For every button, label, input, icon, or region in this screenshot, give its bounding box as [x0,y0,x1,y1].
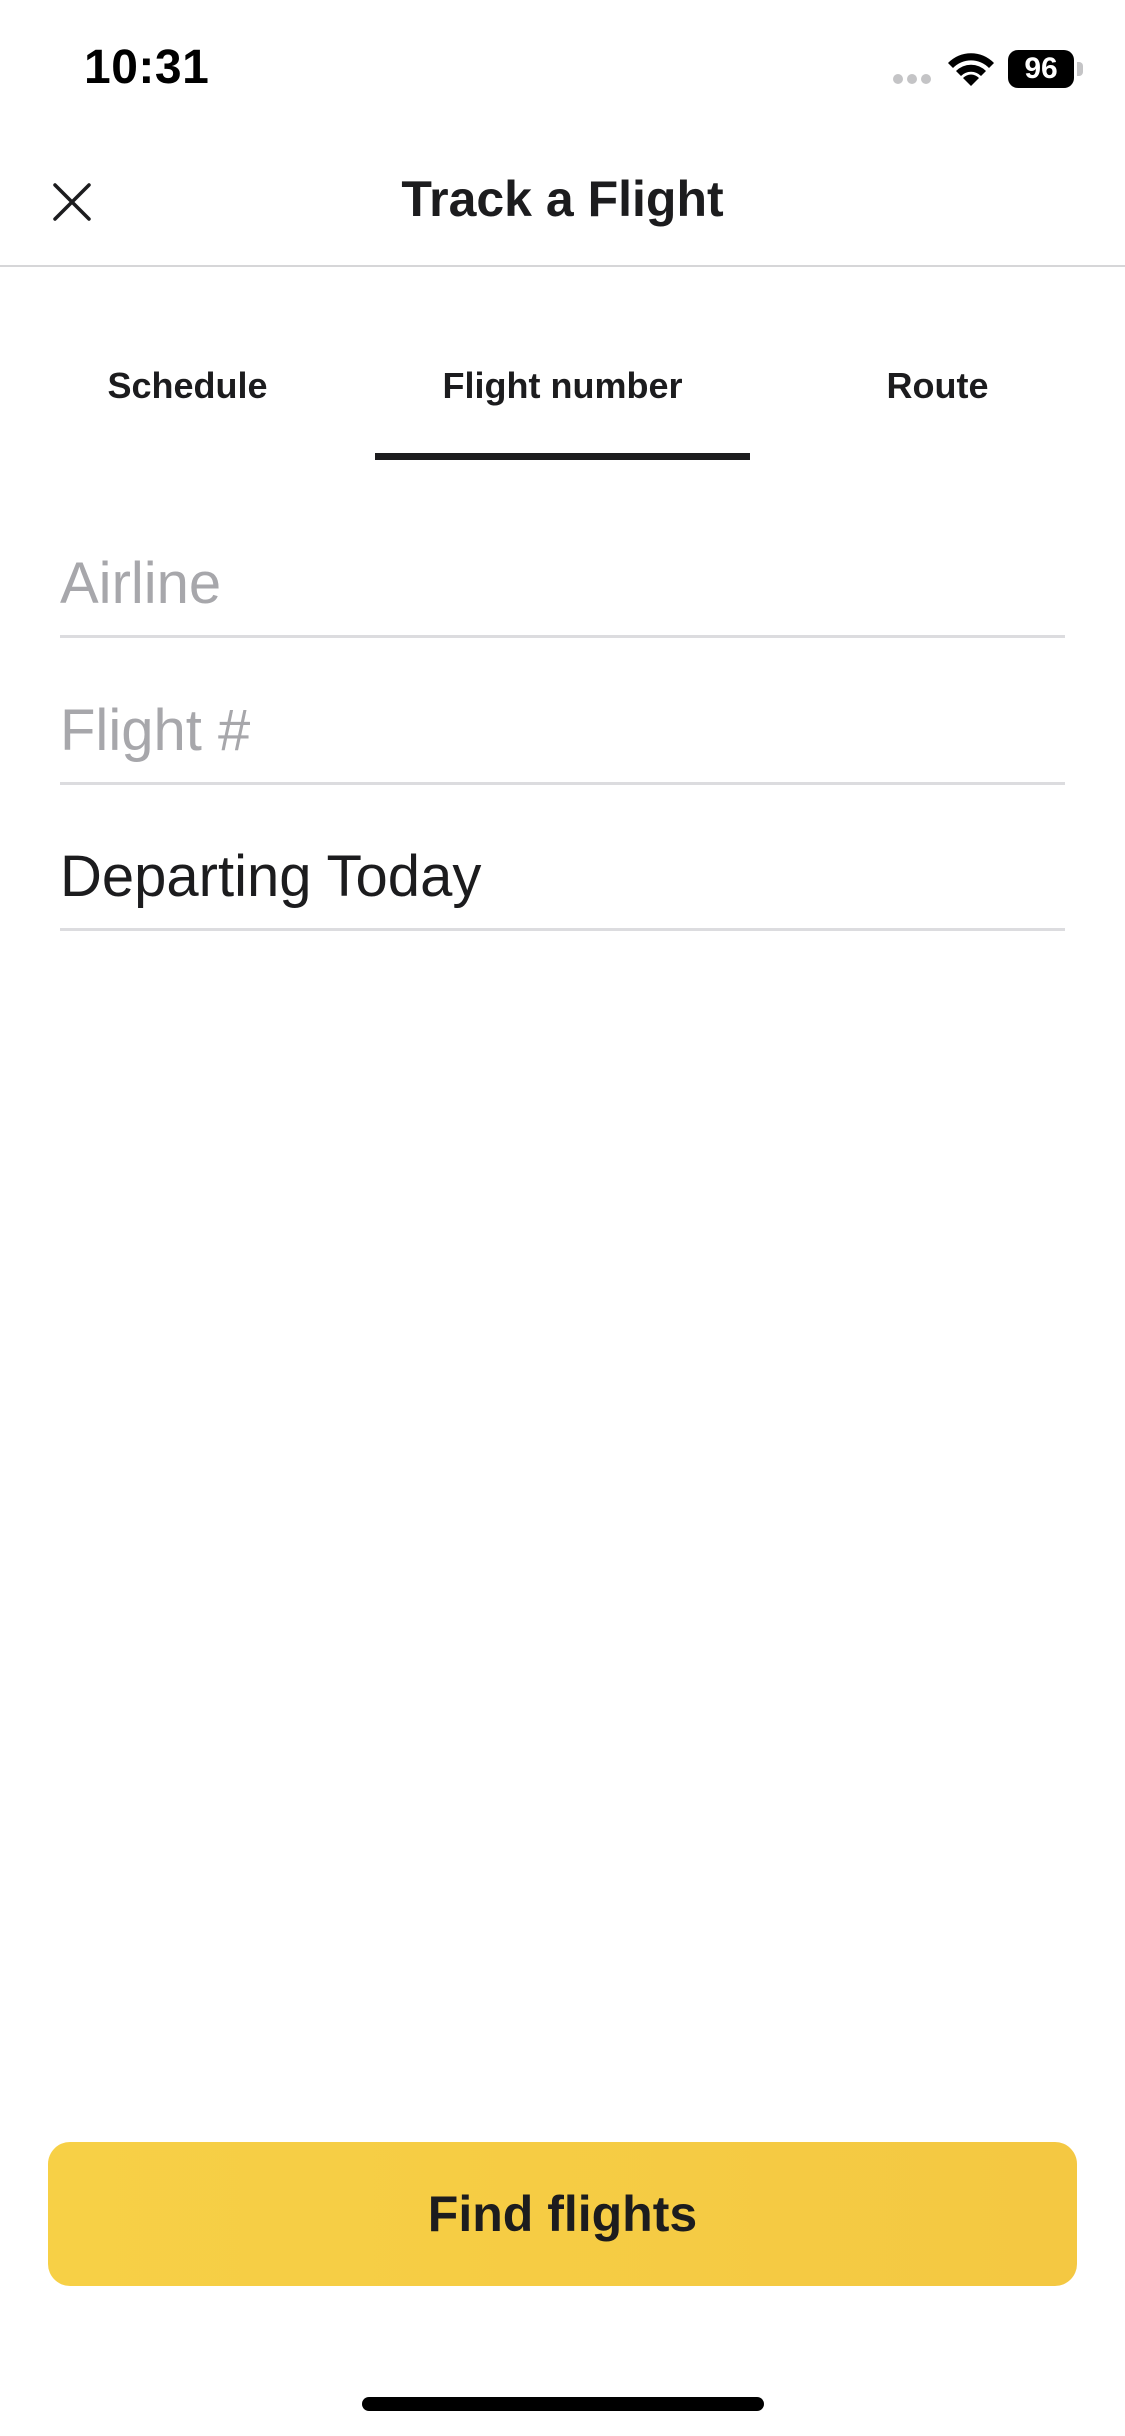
status-bar: 10:31 96 [0,0,1125,140]
tab-label: Schedule [107,365,268,406]
airline-field-container [60,515,1065,638]
status-time: 10:31 [84,41,210,94]
tab-label: Flight number [442,365,683,406]
flight-number-input[interactable] [60,697,1065,764]
battery-level: 96 [1008,50,1074,88]
active-tab-indicator [375,453,750,460]
flight-number-field-container [60,662,1065,785]
page-title: Track a Flight [401,171,724,227]
nav-header: Track a Flight [0,140,1125,267]
cellular-signal-icon [893,74,933,84]
wifi-icon [948,53,994,86]
tab-schedule[interactable]: Schedule [0,340,375,460]
departure-date-value: Departing Today [60,844,482,909]
tab-route[interactable]: Route [750,340,1125,460]
tab-flight-number[interactable]: Flight number [375,340,750,460]
tab-bar: Schedule Flight number Route [0,340,1125,460]
airline-input[interactable] [60,550,1065,617]
find-flights-label: Find flights [427,2186,698,2242]
tab-label: Route [886,365,989,406]
home-indicator[interactable] [362,2397,764,2411]
find-flights-button[interactable]: Find flights [48,2142,1077,2286]
battery-icon: 96 [1008,50,1084,88]
departure-date-field[interactable]: Departing Today [60,808,1065,931]
